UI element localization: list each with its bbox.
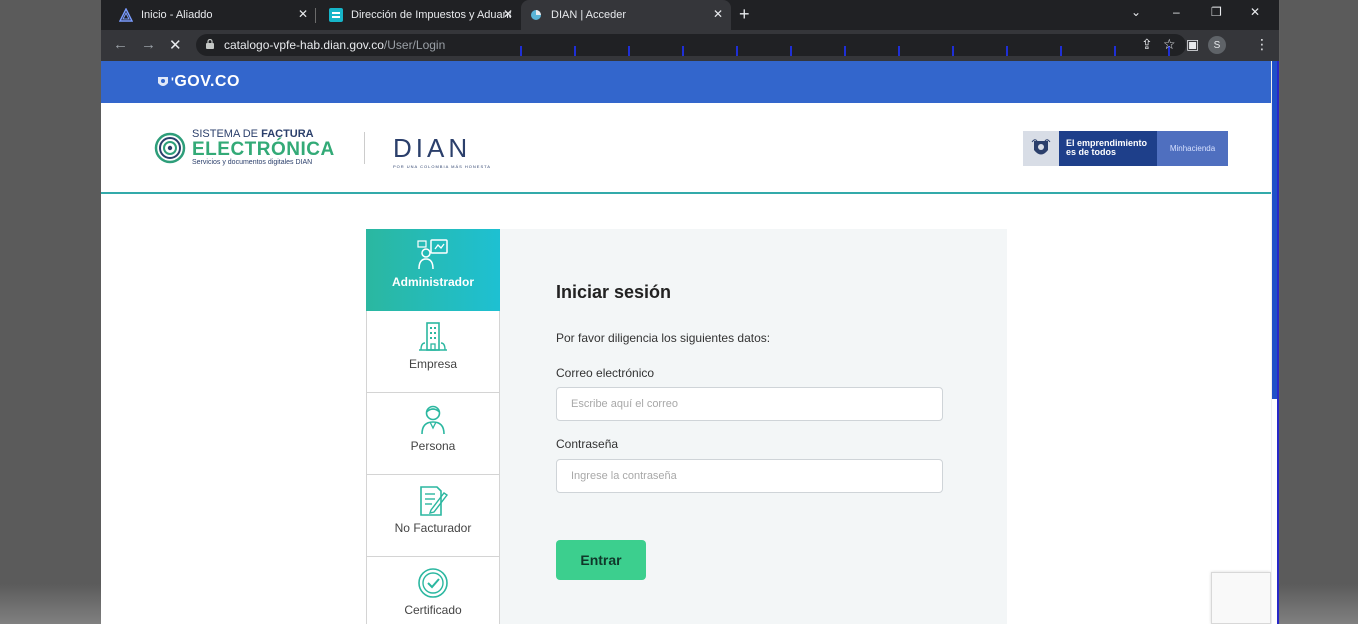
side-panel-icon[interactable]: ▣: [1186, 36, 1199, 53]
browser-tab-dian-acceder[interactable]: DIAN | Acceder ✕: [521, 0, 731, 30]
gov-brand-text: GOV.CO: [174, 73, 240, 90]
person-icon: [418, 403, 448, 435]
tab-search-icon[interactable]: ⌄: [1131, 5, 1141, 19]
sfe-tagline: Servicios y documentos digitales DIAN: [192, 159, 313, 166]
site-header: SISTEMA DE FACTURA ELECTRÓNICA Servicios…: [101, 103, 1271, 194]
recaptcha-badge[interactable]: [1211, 572, 1271, 624]
role-tab-certificado[interactable]: Certificado: [366, 557, 500, 624]
loading-mark: [844, 46, 846, 56]
right-backdrop: [1280, 0, 1358, 624]
role-tab-administrador[interactable]: Administrador: [366, 229, 500, 311]
tab-strip: Inicio - Aliaddo ✕ Dirección de Impuesto…: [101, 0, 1279, 30]
header-divider: [364, 132, 365, 164]
loading-mark: [520, 46, 522, 56]
url-host: catalogo-vpfe-hab.dian.gov.co: [224, 38, 384, 52]
new-tab-icon[interactable]: +: [739, 4, 750, 25]
coat-of-arms-icon: [1023, 131, 1059, 166]
gov-shield-icon: [158, 77, 168, 86]
admin-icon: [416, 239, 450, 271]
minimize-icon[interactable]: –: [1173, 5, 1180, 19]
close-icon[interactable]: ✕: [503, 7, 513, 21]
dian-tagline: POR UNA COLOMBIA MÁS HONESTA: [393, 164, 491, 169]
loading-mark: [1006, 46, 1008, 56]
loading-mark: [790, 46, 792, 56]
menu-kebab-icon[interactable]: ⋮: [1255, 36, 1269, 53]
url-path: /User/Login: [383, 38, 446, 52]
emprendimiento-badge[interactable]: El emprendimiento es de todos Minhaciend…: [1023, 131, 1228, 166]
browser-tab-aliaddo[interactable]: Inicio - Aliaddo ✕: [111, 0, 316, 30]
sfe-text: SISTEMA DE FACTURA ELECTRÓNICA Servicios…: [192, 129, 335, 167]
badge-slogan-line2: es de todos: [1066, 147, 1117, 158]
email-field[interactable]: [556, 387, 943, 421]
dian-tab-icon: [329, 8, 343, 22]
login-submit-button[interactable]: Entrar: [556, 540, 646, 580]
close-icon[interactable]: ✕: [298, 7, 308, 21]
password-field[interactable]: [556, 459, 943, 493]
loading-mark: [952, 46, 954, 56]
role-tab-empresa[interactable]: Empresa: [366, 311, 500, 393]
restore-icon[interactable]: ❐: [1211, 5, 1222, 19]
role-label: No Facturador: [394, 521, 472, 535]
aliaddo-icon: [119, 8, 133, 22]
loading-mark: [682, 46, 684, 56]
sfe-logo[interactable]: SISTEMA DE FACTURA ELECTRÓNICA Servicios…: [154, 129, 335, 166]
loading-mark: [1114, 46, 1116, 56]
loading-mark: [628, 46, 630, 56]
document-pen-icon: [417, 485, 449, 517]
badge-slogan: El emprendimiento es de todos: [1059, 131, 1157, 166]
loading-icon: [529, 8, 543, 22]
tab-title: DIAN | Acceder: [551, 9, 626, 21]
building-icon: [417, 321, 449, 353]
role-label: Certificado: [404, 603, 462, 617]
certificate-icon: [417, 567, 449, 599]
tab-title: Inicio - Aliaddo: [141, 9, 213, 21]
window-edge: [1277, 61, 1279, 624]
gov-co-logo[interactable]: ' GOV.CO: [156, 73, 240, 91]
back-icon[interactable]: ←: [113, 36, 128, 53]
tab-separator: [315, 8, 316, 23]
role-label: Persona: [410, 439, 456, 453]
page-viewport: ' GOV.CO SISTEMA DE FACTURA ELECTRÓNICA …: [101, 61, 1279, 624]
loading-mark: [574, 46, 576, 56]
role-tab-no-facturador[interactable]: No Facturador: [366, 475, 500, 557]
fingerprint-icon: [154, 132, 186, 163]
stop-icon[interactable]: ✕: [169, 36, 182, 54]
close-icon[interactable]: ✕: [713, 7, 723, 21]
sfe-electronica-word: ELECTRÓNICA: [192, 139, 335, 160]
profile-avatar[interactable]: S: [1208, 36, 1226, 54]
browser-window: Inicio - Aliaddo ✕ Dirección de Impuesto…: [101, 0, 1279, 624]
bookmark-star-icon[interactable]: ☆: [1163, 36, 1176, 53]
url-text: catalogo-vpfe-hab.dian.gov.co/User/Login: [224, 38, 445, 52]
address-bar[interactable]: catalogo-vpfe-hab.dian.gov.co/User/Login: [196, 34, 1186, 56]
email-label: Correo electrónico: [556, 366, 655, 380]
forward-icon[interactable]: →: [141, 36, 156, 53]
tab-title: Dirección de Impuestos y Aduana: [351, 9, 511, 21]
loading-mark: [898, 46, 900, 56]
role-tab-persona[interactable]: Persona: [366, 393, 500, 475]
loading-mark: [1060, 46, 1062, 56]
badge-ministry: Minhacienda: [1157, 131, 1228, 166]
login-title: Iniciar sesión: [556, 282, 672, 302]
login-card: Iniciar sesión Por favor diligencia los …: [500, 229, 1007, 624]
browser-toolbar: ← → ✕ catalogo-vpfe-hab.dian.gov.co/User…: [101, 30, 1279, 61]
browser-tab-dian-home[interactable]: Dirección de Impuestos y Aduana ✕: [321, 0, 521, 30]
close-window-icon[interactable]: ✕: [1250, 5, 1260, 19]
gov-bar: ' GOV.CO: [101, 61, 1271, 103]
password-label: Contraseña: [556, 437, 619, 451]
lock-icon[interactable]: [206, 39, 214, 49]
login-instructions: Por favor diligencia los siguientes dato…: [556, 331, 771, 345]
role-label: Administrador: [391, 275, 474, 289]
dian-wordmark: DIAN: [393, 133, 472, 163]
share-icon[interactable]: ⇪: [1141, 36, 1153, 53]
dian-logo[interactable]: DIAN POR UNA COLOMBIA MÁS HONESTA: [393, 133, 491, 169]
left-backdrop: [0, 0, 101, 624]
role-label: Empresa: [408, 357, 458, 371]
role-tabs: Administrador Empresa Persona No Factura: [366, 229, 509, 624]
loading-mark: [736, 46, 738, 56]
